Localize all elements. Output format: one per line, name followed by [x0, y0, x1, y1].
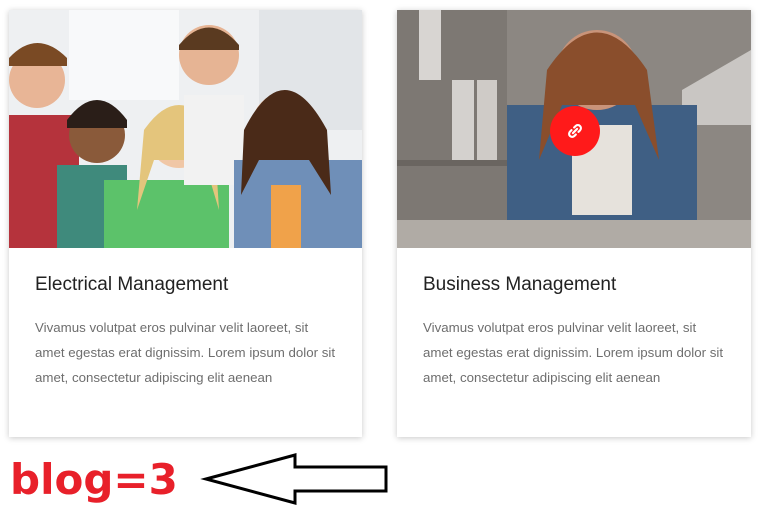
link-button[interactable] — [550, 106, 600, 156]
card-title[interactable]: Electrical Management — [35, 274, 228, 296]
blog-card-electrical[interactable]: Electrical Management Vivamus volutpat e… — [9, 10, 362, 437]
card-image-desk[interactable] — [397, 10, 751, 248]
blog-card-business[interactable]: Business Management Vivamus volutpat ero… — [397, 10, 751, 437]
card-description: Vivamus volutpat eros pulvinar velit lao… — [423, 320, 724, 385]
card-description: Vivamus volutpat eros pulvinar velit lao… — [35, 320, 336, 385]
card-image-students[interactable] — [9, 10, 362, 248]
annotation-label: blog=3 — [10, 455, 178, 504]
card-title[interactable]: Business Management — [423, 274, 616, 296]
left-arrow-icon — [200, 453, 388, 505]
link-icon — [568, 124, 582, 138]
students-photo — [9, 10, 362, 248]
